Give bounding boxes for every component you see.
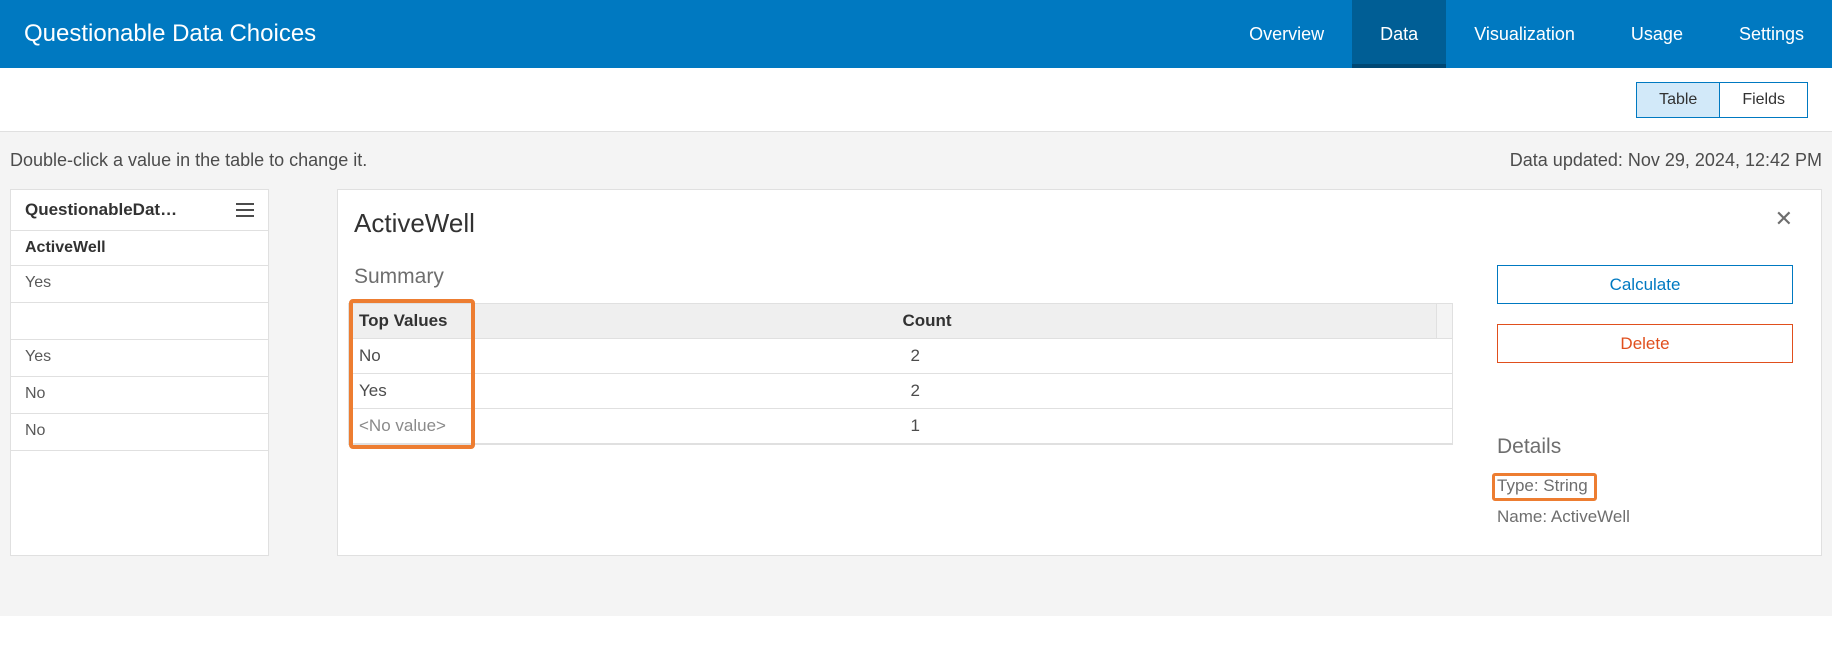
app-title: Questionable Data Choices	[24, 0, 1221, 68]
summary-header-topvalues: Top Values	[349, 304, 893, 338]
table-row[interactable]: No	[11, 414, 268, 451]
summary-row: No 2	[349, 339, 1452, 374]
field-detail-header: ActiveWell ✕	[348, 208, 1793, 239]
toggle-fields[interactable]: Fields	[1720, 82, 1808, 118]
close-icon[interactable]: ✕	[1775, 208, 1793, 230]
summary-header-count: Count	[893, 304, 1437, 338]
summary-count: 2	[901, 339, 1453, 373]
detail-type: Type: String	[1497, 473, 1793, 501]
table-row[interactable]: Yes	[11, 266, 268, 303]
table-options-icon[interactable]	[236, 203, 254, 217]
details-heading: Details	[1497, 435, 1793, 459]
summary-section: Summary Top Values Count No 2 Yes 2	[348, 265, 1453, 527]
scrollbar-stub	[1436, 304, 1452, 338]
app-header: Questionable Data Choices Overview Data …	[0, 0, 1832, 68]
view-toggle-group: Table Fields	[1636, 82, 1808, 118]
summary-value: No	[349, 339, 901, 373]
detail-name: Name: ActiveWell	[1497, 507, 1793, 527]
nav-usage[interactable]: Usage	[1603, 0, 1711, 68]
summary-count: 1	[901, 409, 1453, 443]
summary-header-row: Top Values Count	[349, 304, 1452, 339]
actions-section: Calculate Delete Details Type: String Na…	[1497, 265, 1793, 527]
summary-value: <No value>	[349, 409, 901, 443]
field-detail-body: Summary Top Values Count No 2 Yes 2	[348, 265, 1793, 527]
summary-value: Yes	[349, 374, 901, 408]
summary-row: <No value> 1	[349, 409, 1452, 444]
info-strip: Double-click a value in the table to cha…	[0, 132, 1832, 189]
calculate-button[interactable]: Calculate	[1497, 265, 1793, 304]
summary-row: Yes 2	[349, 374, 1452, 409]
summary-heading: Summary	[348, 265, 1453, 289]
main-area: QuestionableDat… ActiveWell Yes Yes No N…	[0, 189, 1832, 616]
nav-overview[interactable]: Overview	[1221, 0, 1352, 68]
delete-button[interactable]: Delete	[1497, 324, 1793, 363]
detail-type-label: Type: String	[1497, 476, 1588, 495]
table-row[interactable]	[11, 303, 268, 340]
view-toggle-bar: Table Fields	[0, 68, 1832, 132]
nav-data[interactable]: Data	[1352, 0, 1446, 68]
summary-count: 2	[901, 374, 1453, 408]
annotation-highlight-type: Type: String	[1492, 473, 1597, 501]
nav-settings[interactable]: Settings	[1711, 0, 1832, 68]
column-header-activewell[interactable]: ActiveWell	[11, 231, 268, 266]
summary-table: Top Values Count No 2 Yes 2 <No value>	[348, 303, 1453, 445]
edit-hint: Double-click a value in the table to cha…	[10, 150, 367, 171]
field-detail-panel: ActiveWell ✕ Summary Top Values Count No…	[337, 189, 1822, 556]
data-table-panel: QuestionableDat… ActiveWell Yes Yes No N…	[10, 189, 269, 556]
primary-nav: Overview Data Visualization Usage Settin…	[1221, 0, 1832, 68]
data-updated-label: Data updated: Nov 29, 2024, 12:42 PM	[1510, 150, 1822, 171]
table-row[interactable]: No	[11, 377, 268, 414]
data-table-header: QuestionableDat…	[11, 190, 268, 231]
toggle-table[interactable]: Table	[1636, 82, 1720, 118]
table-row[interactable]: Yes	[11, 340, 268, 377]
field-title: ActiveWell	[354, 208, 475, 239]
nav-visualization[interactable]: Visualization	[1446, 0, 1603, 68]
dataset-name: QuestionableDat…	[25, 200, 177, 220]
